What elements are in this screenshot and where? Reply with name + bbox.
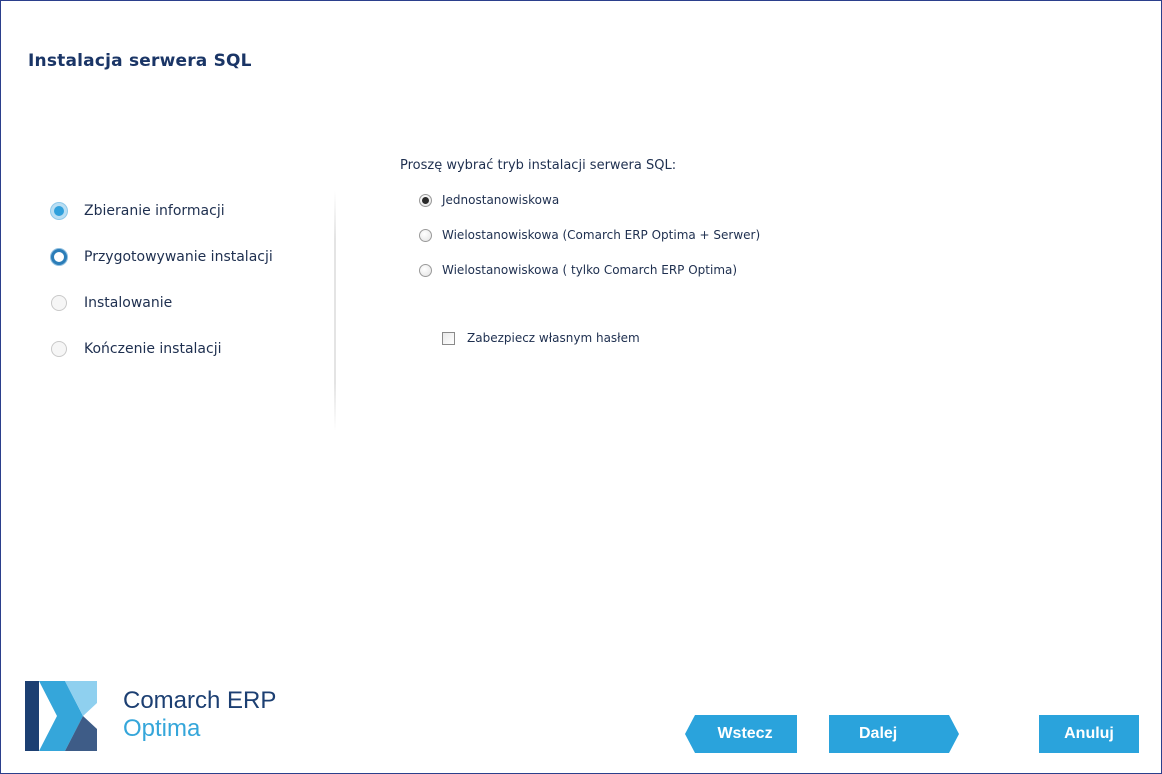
brand-line-1: Comarch ERP: [123, 687, 277, 714]
sidebar-divider: [334, 191, 336, 431]
page-title: Instalacja serwera SQL: [28, 51, 252, 71]
step-done-icon: [51, 203, 67, 219]
brand-name: Comarch ERP Optima: [123, 687, 276, 742]
step-label: Instalowanie: [84, 295, 173, 311]
step-pending-icon: [51, 341, 67, 357]
step-pending-icon: [51, 295, 67, 311]
step-item-installing: Instalowanie: [51, 289, 273, 335]
cancel-button[interactable]: Anuluj: [1039, 715, 1139, 753]
radio-option-multi-with-server[interactable]: Wielostanowiskowa (Comarch ERP Optima + …: [419, 228, 760, 242]
password-protect-checkbox[interactable]: [442, 331, 455, 345]
radio-option-single[interactable]: Jednostanowiskowa: [419, 193, 559, 207]
step-item-preparing: Przygotowywanie instalacji: [51, 243, 273, 289]
step-label: Kończenie instalacji: [84, 341, 222, 357]
step-item-finishing: Kończenie instalacji: [51, 335, 273, 381]
radio-button-checked[interactable]: [419, 193, 432, 207]
comarch-logo-icon: [25, 681, 97, 751]
password-protect-option[interactable]: Zabezpiecz własnym hasłem: [442, 331, 640, 345]
radio-button[interactable]: [419, 263, 432, 277]
radio-label: Jednostanowiskowa: [442, 193, 560, 207]
steps-sidebar: Zbieranie informacji Przygotowywanie ins…: [51, 197, 273, 381]
step-label: Zbieranie informacji: [84, 203, 225, 219]
installer-window: Instalacja serwera SQL Zbieranie informa…: [0, 0, 1162, 774]
install-mode-prompt: Proszę wybrać tryb instalacji serwera SQ…: [400, 158, 677, 173]
brand-line-2: Optima: [123, 714, 201, 742]
next-button[interactable]: Dalej: [829, 715, 959, 753]
radio-button[interactable]: [419, 228, 432, 242]
step-label: Przygotowywanie instalacji: [84, 249, 273, 265]
radio-option-multi-client-only[interactable]: Wielostanowiskowa ( tylko Comarch ERP Op…: [419, 263, 737, 277]
back-button[interactable]: Wstecz: [685, 715, 797, 753]
step-item-gathering-info: Zbieranie informacji: [51, 197, 273, 243]
checkbox-label: Zabezpiecz własnym hasłem: [467, 331, 640, 345]
step-current-icon: [51, 249, 67, 265]
radio-label: Wielostanowiskowa ( tylko Comarch ERP Op…: [442, 263, 738, 277]
radio-label: Wielostanowiskowa (Comarch ERP Optima + …: [442, 228, 761, 242]
